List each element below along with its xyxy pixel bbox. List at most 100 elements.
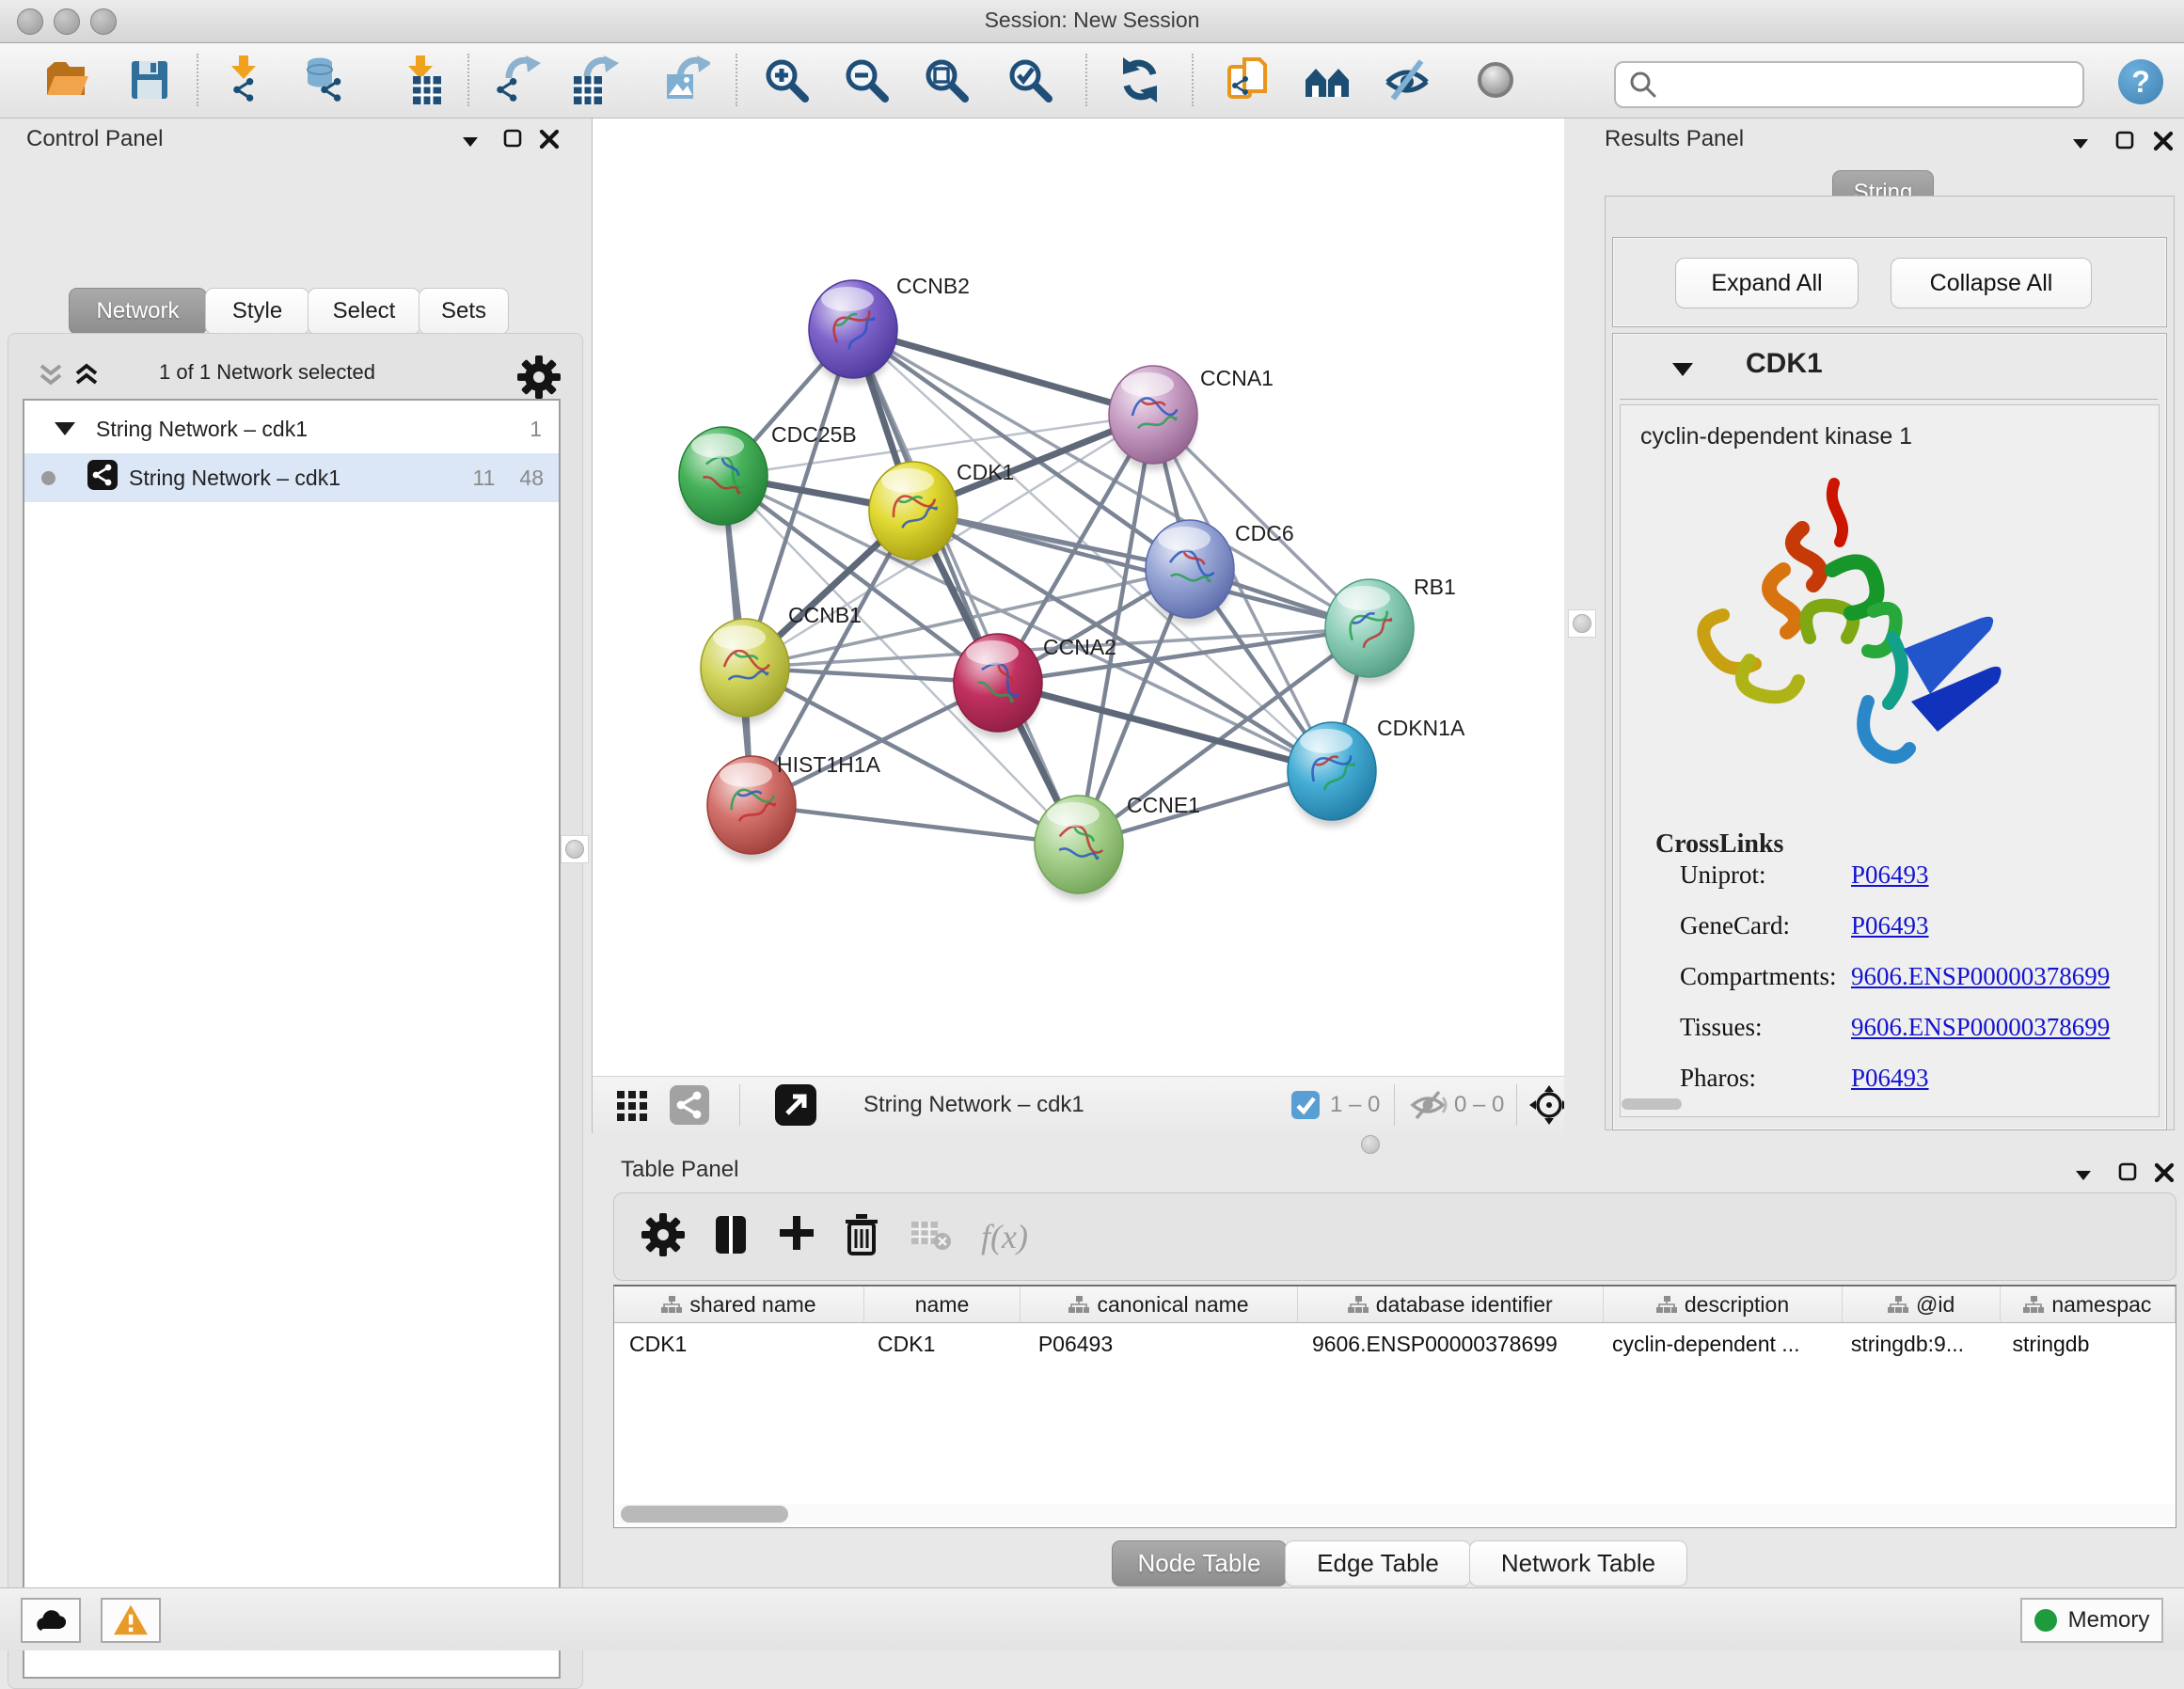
table-splitter-handle[interactable] — [1359, 1135, 1382, 1154]
network-graph[interactable]: CCNB2 CCNA1 CDC25B CDK1 CDC6 RB1 CCNB1 C… — [593, 118, 1564, 1077]
table-settings-gear-icon[interactable] — [641, 1212, 686, 1262]
right-splitter[interactable] — [1564, 118, 1599, 1133]
results-panel-close-icon[interactable] — [2152, 130, 2175, 157]
control-panel-close-icon[interactable] — [538, 128, 561, 155]
zoom-fit-icon[interactable] — [922, 55, 971, 104]
add-column-icon[interactable] — [776, 1212, 817, 1262]
table-cell[interactable]: P06493 — [1023, 1323, 1297, 1365]
tab-style[interactable]: Style — [205, 288, 309, 335]
hide-selected-icon[interactable] — [1384, 55, 1432, 104]
clone-network-icon[interactable] — [1224, 55, 1273, 104]
table-cell[interactable]: stringdb — [1998, 1323, 2176, 1365]
column-header-shared-name[interactable]: shared name — [614, 1286, 864, 1322]
table-panel-close-icon[interactable] — [2153, 1161, 2176, 1189]
network-row-selected[interactable]: String Network – cdk1 11 48 — [24, 453, 559, 502]
home-network-icon[interactable] — [1304, 55, 1353, 104]
export-table-icon[interactable] — [570, 55, 619, 104]
table-hscrollbar[interactable] — [615, 1504, 2175, 1524]
network-node-HIST1H1A[interactable]: HIST1H1A — [707, 752, 881, 860]
tab-network-table[interactable]: Network Table — [1469, 1540, 1687, 1586]
crosslink-value-tissues[interactable]: 9606.ENSP00000378699 — [1851, 1013, 2110, 1042]
memory-button[interactable]: Memory — [2020, 1598, 2163, 1643]
node-label: CDKN1A — [1377, 716, 1465, 740]
column-header-namespac[interactable]: namespac — [2001, 1286, 2176, 1322]
zoom-in-icon[interactable] — [762, 55, 811, 104]
toolbar-separator — [467, 54, 469, 106]
table-cell[interactable]: cyclin-dependent ... — [1597, 1323, 1836, 1365]
crosslink-value-genecard[interactable]: P06493 — [1851, 911, 1929, 940]
refresh-icon[interactable] — [1116, 55, 1164, 104]
column-header-database-identifier[interactable]: database identifier — [1298, 1286, 1604, 1322]
birdseye-view-icon[interactable] — [775, 1077, 816, 1133]
export-network-icon[interactable] — [494, 55, 543, 104]
results-panel-float-button[interactable] — [2069, 132, 2092, 159]
gene-collapse-caret-icon[interactable] — [1670, 359, 1695, 385]
column-header-name[interactable]: name — [864, 1286, 1021, 1322]
node-label: CCNB2 — [896, 274, 970, 298]
column-header--id[interactable]: @id — [1843, 1286, 2000, 1322]
tab-sets[interactable]: Sets — [419, 288, 509, 335]
search-input[interactable] — [1665, 66, 2082, 103]
hidden-node-edge-counts: 0 – 0 — [1454, 1077, 1504, 1133]
tab-network[interactable]: Network — [69, 288, 207, 335]
table-cell[interactable]: stringdb:9... — [1836, 1323, 1998, 1365]
network-selection-status: 1 of 1 Network selected — [8, 360, 526, 385]
tab-node-table[interactable]: Node Table — [1112, 1540, 1287, 1586]
network-edge[interactable] — [913, 511, 1369, 628]
table-panel-maximize-button[interactable] — [2117, 1161, 2140, 1189]
network-node-CDKN1A[interactable]: CDKN1A — [1288, 716, 1465, 827]
tab-select[interactable]: Select — [308, 288, 420, 335]
table-cell[interactable]: 9606.ENSP00000378699 — [1297, 1323, 1597, 1365]
table-hscrollbar-thumb[interactable] — [621, 1506, 788, 1523]
results-panel-maximize-button[interactable] — [2114, 130, 2137, 157]
help-button[interactable]: ? — [2118, 59, 2163, 104]
crosslink-label-uniprot: Uniprot: — [1680, 860, 1851, 890]
grid-view-icon[interactable] — [613, 1077, 653, 1133]
column-header-canonical-name[interactable]: canonical name — [1021, 1286, 1298, 1322]
save-session-icon[interactable] — [125, 55, 174, 104]
crosslink-label-tissues: Tissues: — [1680, 1013, 1851, 1042]
crosslink-value-pharos[interactable]: P06493 — [1851, 1064, 1929, 1093]
expand-all-button[interactable]: Expand All — [1675, 258, 1859, 308]
network-options-gear-icon[interactable] — [516, 355, 562, 404]
left-splitter-handle[interactable] — [561, 835, 589, 863]
column-header-description[interactable]: description — [1604, 1286, 1844, 1322]
control-panel-float-button[interactable] — [459, 130, 482, 157]
import-network-icon[interactable] — [219, 55, 268, 104]
crosslink-value-compartments[interactable]: 9606.ENSP00000378699 — [1851, 962, 2110, 991]
collapse-all-button[interactable]: Collapse All — [1891, 258, 2092, 308]
network-view-share-icon[interactable] — [670, 1077, 709, 1133]
protein-structure-image — [1652, 461, 2028, 824]
collection-collapse-caret-icon[interactable] — [55, 422, 75, 435]
table-panel-float-button[interactable] — [2072, 1163, 2095, 1191]
network-view[interactable]: CCNB2 CCNA1 CDC25B CDK1 CDC6 RB1 CCNB1 C… — [592, 118, 1565, 1133]
export-image-icon[interactable] — [661, 55, 710, 104]
control-panel-maximize-button[interactable] — [502, 128, 525, 155]
network-node-CDC25B[interactable]: CDC25B — [679, 422, 857, 531]
right-splitter-handle[interactable] — [1568, 609, 1596, 638]
import-table-icon[interactable] — [396, 55, 445, 104]
crosslink-row-pharos: Pharos: P06493 — [1680, 1064, 1929, 1093]
import-database-icon[interactable] — [299, 55, 348, 104]
results-hscrollbar[interactable] — [1622, 1098, 1682, 1110]
show-all-icon[interactable] — [1471, 55, 1520, 104]
warning-button[interactable] — [101, 1598, 161, 1643]
table-cell[interactable]: CDK1 — [863, 1323, 1023, 1365]
table-cell[interactable]: CDK1 — [614, 1323, 863, 1365]
zoom-out-icon[interactable] — [842, 55, 891, 104]
collection-label: String Network – cdk1 — [96, 417, 308, 442]
network-collection-row[interactable]: String Network – cdk1 1 — [24, 404, 559, 453]
zoom-selected-icon[interactable] — [1005, 55, 1054, 104]
network-node-CCNE1[interactable]: CCNE1 — [1035, 793, 1200, 900]
delete-column-trash-icon[interactable] — [842, 1212, 881, 1262]
selected-checkbox-icon[interactable] — [1290, 1077, 1321, 1133]
show-columns-icon[interactable] — [710, 1212, 752, 1262]
crosslink-value-uniprot[interactable]: P06493 — [1851, 860, 1929, 890]
network-edge[interactable] — [752, 805, 1079, 844]
open-session-icon[interactable] — [41, 55, 90, 104]
network-node-RB1[interactable]: RB1 — [1325, 575, 1456, 684]
network-node-CCNB2[interactable]: CCNB2 — [809, 274, 970, 385]
cloud-button[interactable] — [21, 1598, 81, 1643]
table-row[interactable]: CDK1CDK1P064939606.ENSP00000378699cyclin… — [614, 1323, 2176, 1365]
tab-edge-table[interactable]: Edge Table — [1285, 1540, 1471, 1586]
